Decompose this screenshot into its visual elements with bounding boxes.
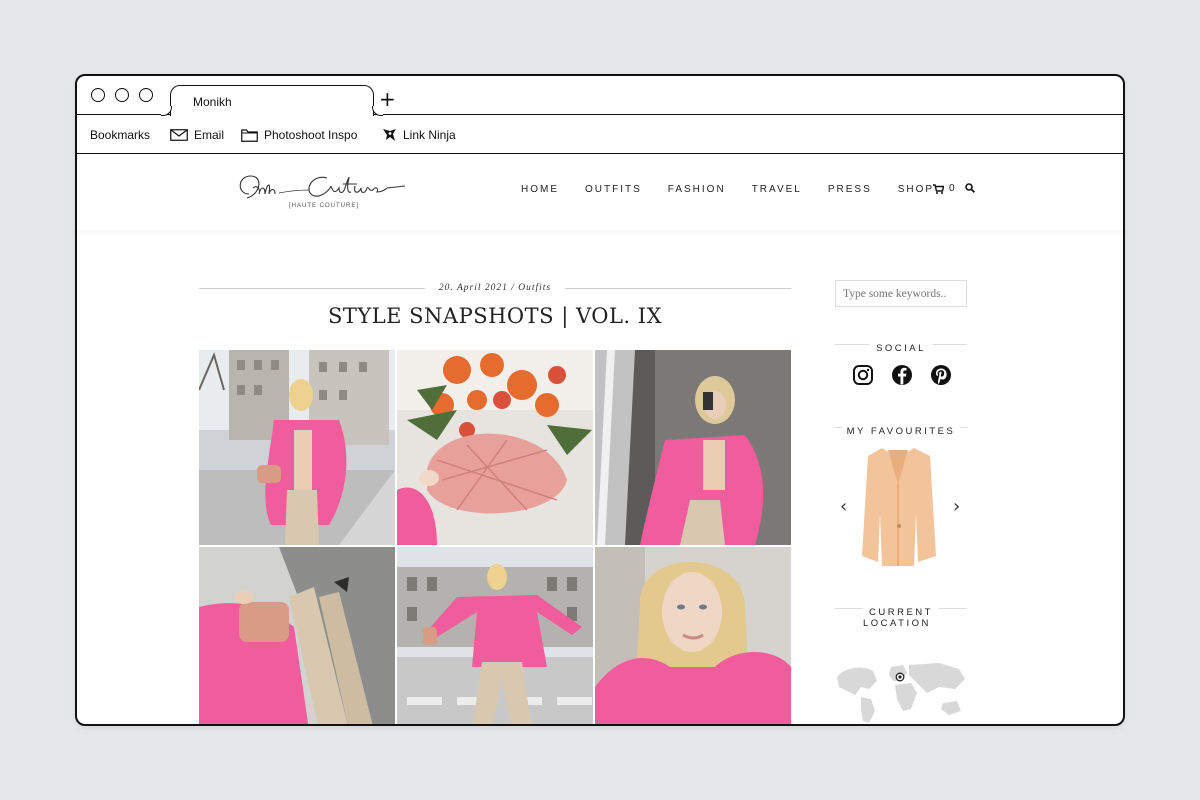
meta-text-wrap: 20. April 2021 / Outfits xyxy=(199,283,791,293)
pinterest-icon[interactable] xyxy=(930,364,952,386)
tab-title: Monikh xyxy=(193,95,232,109)
maximize-window-button[interactable] xyxy=(139,88,153,102)
photo-street-pink-blazer[interactable] xyxy=(199,350,395,545)
bookmark-photoshoot-inspo[interactable]: Photoshoot Inspo xyxy=(241,128,357,142)
nav-home[interactable]: HOME xyxy=(521,184,559,195)
photo-from-above[interactable] xyxy=(199,547,395,726)
title-divider xyxy=(933,344,967,345)
bookmark-label: Photoshoot Inspo xyxy=(264,128,358,142)
bookmark-label: Email xyxy=(194,128,225,142)
location-title-second-line: LOCATION xyxy=(863,613,995,631)
post-meta: 20. April 2021 / Outfits xyxy=(199,283,791,295)
cart-count: 0 xyxy=(949,183,955,194)
mail-icon xyxy=(170,129,188,141)
bookmark-email[interactable]: Email xyxy=(170,128,224,142)
location-title-line2: LOCATION xyxy=(863,618,931,629)
browser-tab[interactable]: Monikh xyxy=(170,85,374,116)
photo-crosswalk[interactable] xyxy=(397,547,593,726)
nav-press[interactable]: PRESS xyxy=(828,184,872,195)
facebook-icon[interactable] xyxy=(891,364,913,386)
social-icons xyxy=(852,364,952,386)
minimize-window-button[interactable] xyxy=(115,88,129,102)
title-divider xyxy=(835,344,869,345)
folder-icon xyxy=(241,128,258,142)
favourites-title: MY FAVOURITES xyxy=(841,426,961,437)
bookmark-link-ninja[interactable]: Link Ninja xyxy=(382,128,456,142)
carousel-prev-icon[interactable]: ‹ xyxy=(840,496,847,517)
nav-fashion[interactable]: FASHION xyxy=(668,184,726,195)
bookmark-label: Bookmarks xyxy=(90,128,151,142)
nav-outfits[interactable]: OUTFITS xyxy=(585,184,642,195)
tab-bottom-cover xyxy=(171,113,373,117)
cart-button[interactable]: 0 xyxy=(933,183,955,194)
favourite-blazer-image[interactable] xyxy=(860,444,938,568)
main-nav: HOME OUTFITS FASHION TRAVEL PRESS SHOP xyxy=(521,184,960,195)
photo-portrait[interactable] xyxy=(595,547,791,726)
nav-travel[interactable]: TRAVEL xyxy=(752,184,802,195)
photo-flowers-woven-bag[interactable] xyxy=(397,350,593,545)
nav-shop[interactable]: SHOP xyxy=(898,184,934,195)
tab-bar: Monikh + xyxy=(77,76,1123,117)
title-divider xyxy=(835,608,863,609)
world-map[interactable] xyxy=(835,659,969,725)
post-title[interactable]: STYLE SNAPSHOTS | VOL. IX xyxy=(199,304,791,328)
bookmarks-bar: Bookmarks Email Photoshoot Inspo Link Ni… xyxy=(77,116,1123,154)
ninja-icon xyxy=(383,129,396,141)
favourites-widget-title: MY FAVOURITES xyxy=(835,421,967,439)
site-header: [HAUTE COUTURE] HOME OUTFITS FASHION TRA… xyxy=(77,154,1123,230)
browser-window: Monikh + Bookmarks Email Photoshoot Insp… xyxy=(75,74,1125,726)
cart-icon xyxy=(933,183,944,194)
post-date-category[interactable]: 20. April 2021 / Outfits xyxy=(432,283,558,293)
logo-tagline: [HAUTE COUTURE] xyxy=(289,203,360,209)
bookmark-label: Link Ninja xyxy=(403,128,456,142)
sidebar-search-input[interactable] xyxy=(835,280,967,307)
search-icon[interactable] xyxy=(965,183,975,193)
carousel-next-icon[interactable]: › xyxy=(953,496,960,517)
instagram-icon[interactable] xyxy=(852,364,874,386)
photo-mirror-selfie[interactable] xyxy=(595,350,791,545)
photo-gallery xyxy=(199,350,793,726)
social-widget-title: SOCIAL xyxy=(835,338,967,356)
title-divider xyxy=(939,608,967,609)
close-window-button[interactable] xyxy=(91,88,105,102)
social-title: SOCIAL xyxy=(871,343,931,354)
bookmarks-menu[interactable]: Bookmarks xyxy=(90,128,150,142)
